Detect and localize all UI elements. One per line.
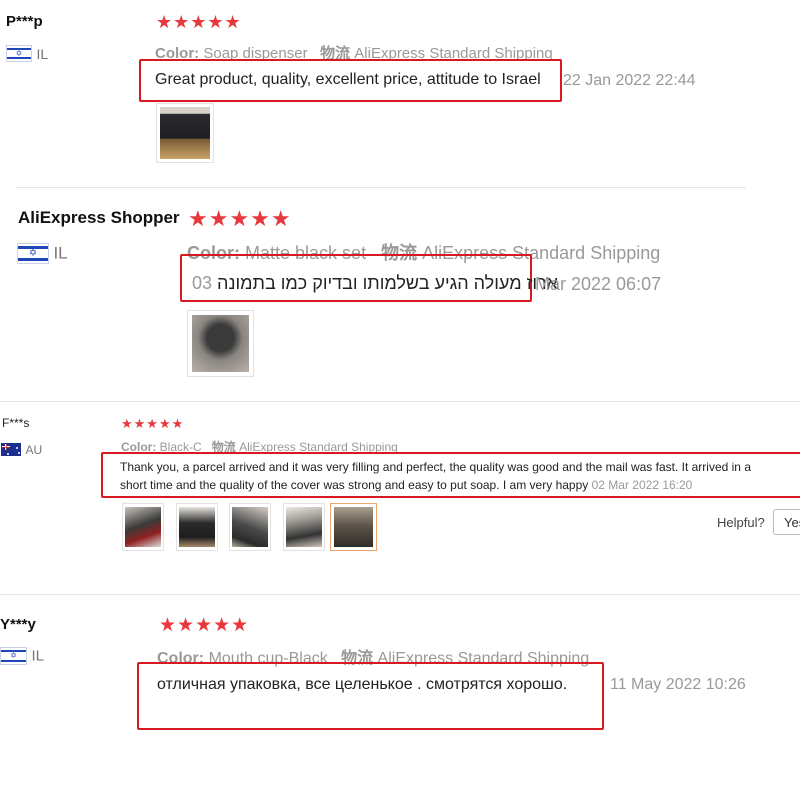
review-divider xyxy=(0,594,800,595)
country-code: AU xyxy=(25,442,43,457)
country-code: IL xyxy=(31,647,44,665)
country-code: IL xyxy=(36,45,49,62)
review-divider xyxy=(16,187,746,188)
israel-flag-icon: ✡ xyxy=(0,647,27,665)
review-text-line-1: Thank you, a parcel arrived and it was v… xyxy=(120,460,751,474)
review-divider xyxy=(0,401,800,402)
australia-flag-icon xyxy=(1,443,21,457)
reviewer-country: ✡ IL xyxy=(17,243,68,264)
review-photo[interactable] xyxy=(187,310,254,377)
rating-stars: ★★★★★ xyxy=(159,615,250,636)
country-code: IL xyxy=(53,243,68,263)
highlight-box xyxy=(137,662,604,730)
rating-stars: ★★★★★ xyxy=(156,12,242,32)
review-text-line-2: short time and the quality of the cover … xyxy=(120,478,692,492)
review-date: Mar 2022 06:07 xyxy=(535,274,662,294)
rating-stars: ★★★★★ xyxy=(121,416,185,431)
reviewer-country: ✡ IL xyxy=(6,45,48,63)
helpful-yes-button[interactable]: Yes xyxy=(773,509,800,535)
review-text: Great product, quality, excellent price,… xyxy=(155,71,541,88)
israel-flag-icon: ✡ xyxy=(17,243,49,264)
reviewer-name: P***p xyxy=(6,13,43,30)
review-text-line: 03 ארוז מעולה הגיע בשלמותו ובדיוק כמו בת… xyxy=(192,273,558,294)
review-text: отличная упаковка, все целенькое . смотр… xyxy=(157,676,568,693)
review-photo[interactable] xyxy=(229,503,271,551)
reviewer-name: AliExpress Shopper xyxy=(18,208,180,227)
review-date: 22 Jan 2022 22:44 xyxy=(563,72,696,89)
review-photo[interactable] xyxy=(156,103,214,163)
review-photo[interactable] xyxy=(122,503,164,551)
review-photo[interactable] xyxy=(283,503,325,551)
israel-flag-icon: ✡ xyxy=(6,45,32,63)
review-date: 02 Mar 2022 16:20 xyxy=(591,478,693,492)
review-date: 11 May 2022 10:26 xyxy=(610,676,746,693)
date-day: 03 xyxy=(192,273,213,293)
rating-stars: ★★★★★ xyxy=(188,206,292,231)
review-photo-selected[interactable] xyxy=(330,503,377,551)
review-text: ארוז מעולה הגיע בשלמותו ובדיוק כמו בתמונ… xyxy=(217,273,558,293)
reviewer-name: F***s xyxy=(2,416,30,430)
helpful-label: Helpful? xyxy=(717,515,765,530)
review-photo[interactable] xyxy=(176,503,218,551)
reviewer-name: Y***y xyxy=(0,616,36,633)
reviewer-country: ✡ IL xyxy=(0,647,44,665)
reviewer-country: AU xyxy=(1,441,42,459)
review-text: short time and the quality of the cover … xyxy=(120,478,589,492)
